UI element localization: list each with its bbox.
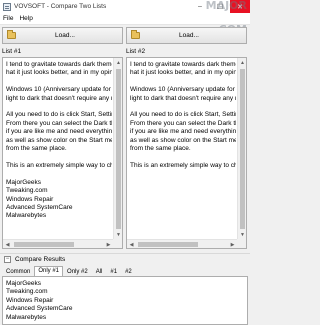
list1-vscroll-thumb[interactable] bbox=[116, 69, 121, 229]
menu-file[interactable]: File bbox=[0, 15, 16, 22]
load-list2-button[interactable]: Load... bbox=[126, 27, 247, 44]
folder-open-icon bbox=[131, 30, 140, 39]
scroll-left-arrow-icon[interactable]: ◀ bbox=[3, 240, 12, 248]
list2-line: From there you can select the Dark theme… bbox=[130, 119, 236, 127]
list2-line: hat it just looks better, and in my opin… bbox=[130, 69, 236, 77]
window-controls: – ☐ ✕ bbox=[190, 0, 250, 13]
results-text: MajorGeeks Tweaking.com Windows Repair Adva… bbox=[6, 280, 72, 322]
list1-line: From there you can select the Dark theme… bbox=[6, 119, 112, 127]
window-title: VOVSOFT - Compare Two Lists bbox=[14, 3, 107, 10]
list1-line: This is an extremely simple way to chang… bbox=[6, 161, 112, 169]
folder-open-icon bbox=[7, 30, 16, 39]
list2-line: from the same place. bbox=[130, 145, 191, 153]
list2-line bbox=[130, 78, 236, 86]
app-icon bbox=[3, 2, 11, 11]
compare-results-label: Compare Results bbox=[15, 256, 66, 263]
list1-line: MajorGeeks bbox=[6, 178, 42, 186]
list2-textbox[interactable]: I tend to gravitate towards dark themes … bbox=[126, 57, 247, 249]
list1-line bbox=[6, 78, 112, 86]
list1-line: Tweaking.com bbox=[6, 187, 48, 195]
tab-1[interactable]: #1 bbox=[106, 267, 121, 276]
tab-common[interactable]: Common bbox=[2, 267, 34, 276]
tab-all[interactable]: All bbox=[92, 267, 107, 276]
compare-results-header: − Compare Results bbox=[0, 253, 250, 265]
list2-line: This is an extremely simple way to chang… bbox=[130, 161, 236, 169]
minimize-button[interactable]: – bbox=[190, 0, 210, 13]
results-textbox[interactable]: MajorGeeks Tweaking.com Windows Repair Adva… bbox=[2, 276, 248, 325]
list1-line: as well as show color on the Start menu,… bbox=[6, 136, 112, 144]
list1-line: I tend to gravitate towards dark themes … bbox=[6, 61, 112, 68]
list2-vscroll-thumb[interactable] bbox=[240, 69, 245, 229]
list1-horizontal-scrollbar[interactable]: ◀ ▶ bbox=[3, 239, 113, 248]
list1-line: Advanced SystemCare bbox=[6, 203, 73, 211]
list2-line bbox=[130, 103, 236, 111]
list1-line: if you are like me and need everything t… bbox=[6, 128, 112, 136]
tab-only-2[interactable]: Only #2 bbox=[63, 267, 92, 276]
load-list2-label: Load... bbox=[179, 32, 199, 39]
list1-line: Windows Repair bbox=[6, 195, 54, 203]
list1-line bbox=[6, 153, 112, 161]
scroll-corner bbox=[237, 239, 246, 248]
tab-only-1[interactable]: Only #1 bbox=[34, 266, 64, 276]
list1-line: hat it just looks better, and in my opin… bbox=[6, 69, 112, 77]
menu-bar: File Help bbox=[0, 13, 250, 25]
list2-line: All you need to do is click Start, Setti… bbox=[130, 111, 236, 119]
list1-line: light to dark that doesn't require any r… bbox=[6, 94, 112, 102]
list1-line: from the same place. bbox=[6, 145, 67, 153]
result-line: MajorGeeks bbox=[6, 280, 42, 287]
list2-vertical-scrollbar[interactable]: ▲ ▼ bbox=[237, 58, 246, 239]
list1-line: Windows 10 (Anniversary update for Windo… bbox=[6, 86, 111, 94]
list1-line: All you need to do is click Start, Setti… bbox=[6, 111, 112, 119]
list1-line: Malwarebytes bbox=[6, 212, 47, 220]
collapse-icon[interactable]: − bbox=[4, 256, 11, 263]
result-line: Tweaking.com bbox=[6, 288, 48, 296]
result-tabs: Common Only #1 Only #2 All #1 #2 bbox=[2, 266, 136, 276]
scroll-down-arrow-icon[interactable]: ▼ bbox=[114, 230, 122, 239]
scroll-up-arrow-icon[interactable]: ▲ bbox=[238, 58, 246, 67]
list1-text: I tend to gravitate towards dark themes … bbox=[6, 61, 112, 239]
load-list1-button[interactable]: Load... bbox=[2, 27, 123, 44]
maximize-button[interactable]: ☐ bbox=[210, 0, 230, 13]
list2-line bbox=[130, 153, 236, 161]
list2-hscroll-thumb[interactable] bbox=[138, 242, 198, 247]
close-button[interactable]: ✕ bbox=[230, 0, 250, 13]
scroll-right-arrow-icon[interactable]: ▶ bbox=[228, 240, 237, 248]
list1-hscroll-thumb[interactable] bbox=[14, 242, 74, 247]
tab-2[interactable]: #2 bbox=[121, 267, 136, 276]
scroll-left-arrow-icon[interactable]: ◀ bbox=[127, 240, 136, 248]
list2-line: Windows 10 (Anniversary update for Windo… bbox=[130, 86, 235, 94]
list2-line: light to dark that doesn't require any r… bbox=[130, 94, 236, 102]
load-list1-label: Load... bbox=[55, 32, 75, 39]
result-line: Malwarebytes bbox=[6, 313, 47, 321]
scroll-right-arrow-icon[interactable]: ▶ bbox=[104, 240, 113, 248]
list1-label: List #1 bbox=[2, 48, 22, 55]
list1-vertical-scrollbar[interactable]: ▲ ▼ bbox=[113, 58, 122, 239]
result-line: Windows Repair bbox=[6, 296, 54, 304]
list2-text: I tend to gravitate towards dark themes … bbox=[130, 61, 236, 239]
list1-line bbox=[6, 170, 112, 178]
list2-line: as well as show color on the Start menu,… bbox=[130, 136, 236, 144]
list2-label: List #2 bbox=[126, 48, 146, 55]
list2-line: I tend to gravitate towards dark themes … bbox=[130, 61, 236, 68]
list1-line bbox=[6, 103, 112, 111]
scroll-down-arrow-icon[interactable]: ▼ bbox=[238, 230, 246, 239]
list2-line: if you are like me and need everything t… bbox=[130, 128, 236, 136]
scroll-up-arrow-icon[interactable]: ▲ bbox=[114, 58, 122, 67]
list2-horizontal-scrollbar[interactable]: ◀ ▶ bbox=[127, 239, 237, 248]
result-line: Advanced SystemCare bbox=[6, 305, 73, 313]
title-bar: VOVSOFT - Compare Two Lists – ☐ ✕ bbox=[0, 0, 250, 13]
scroll-corner bbox=[113, 239, 122, 248]
list1-textbox[interactable]: I tend to gravitate towards dark themes … bbox=[2, 57, 123, 249]
menu-help[interactable]: Help bbox=[16, 15, 35, 22]
